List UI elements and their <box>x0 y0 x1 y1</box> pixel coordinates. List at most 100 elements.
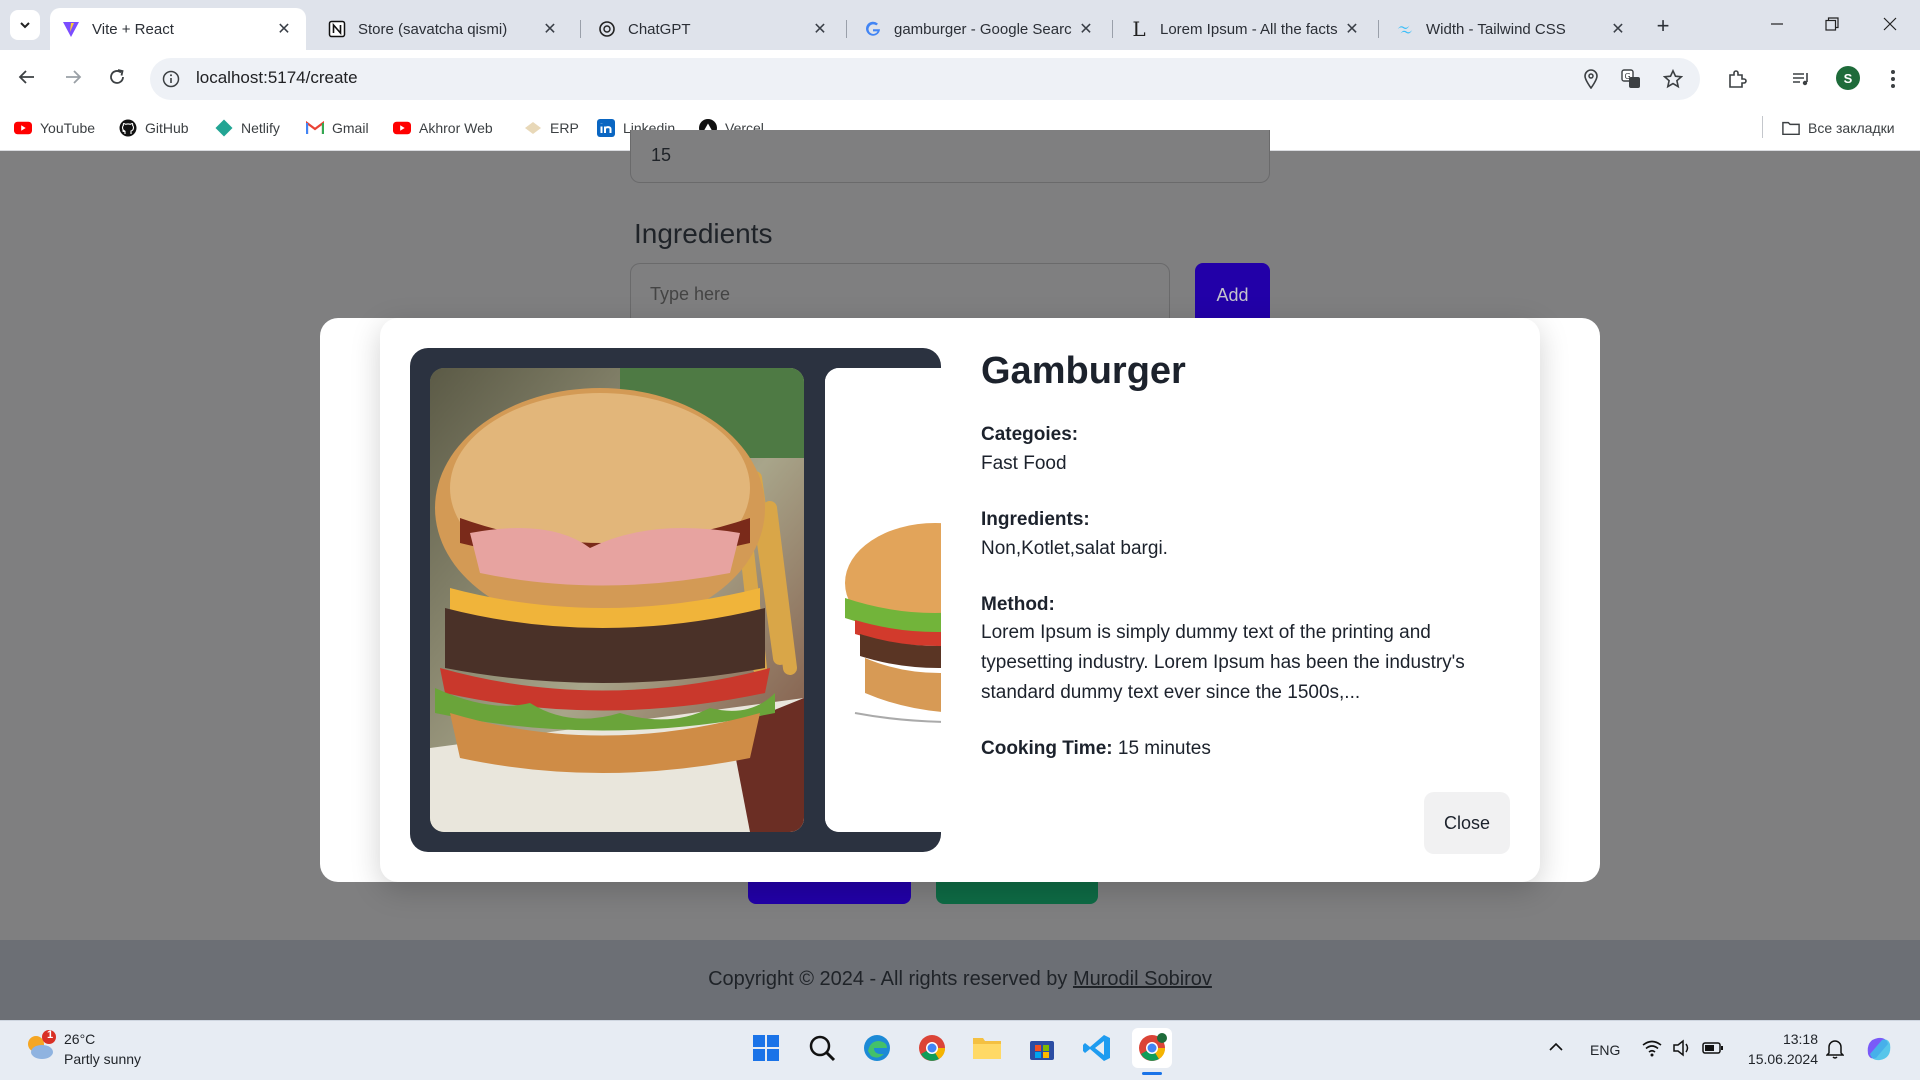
close-tab-icon[interactable]: ✕ <box>1608 19 1628 39</box>
tab-store[interactable]: Store (savatcha qismi) ✕ <box>316 8 572 50</box>
notion-icon <box>328 20 346 38</box>
all-bookmarks-button[interactable]: Все закладки <box>1782 117 1895 139</box>
categories-label: Categoies: <box>981 424 1079 445</box>
linkedin-icon <box>597 119 615 137</box>
footer-author-link[interactable]: Murodil Sobirov <box>1073 968 1212 990</box>
close-tab-icon[interactable]: ✕ <box>540 19 560 39</box>
netlify-icon <box>215 119 233 137</box>
back-icon[interactable] <box>14 64 40 90</box>
cooking-time-text: 15 minutes <box>1117 738 1211 759</box>
footer-copyright: Copyright © 2024 - All rights reserved b… <box>0 968 1920 991</box>
edge-icon[interactable] <box>857 1028 897 1068</box>
bookmark-label: Netlify <box>241 120 280 136</box>
cooking-time-input[interactable] <box>630 130 1270 183</box>
windows-taskbar <box>0 1020 1920 1080</box>
carousel-image-1 <box>430 368 804 832</box>
tab-search-button[interactable] <box>10 10 40 40</box>
bookmark-label: Gmail <box>332 120 369 136</box>
search-icon[interactable] <box>802 1028 842 1068</box>
bookmark-gmail[interactable]: Gmail <box>306 117 369 139</box>
battery-icon[interactable] <box>1702 1041 1724 1058</box>
start-menu-icon[interactable] <box>746 1028 786 1068</box>
tab-divider <box>580 20 581 38</box>
bookmark-star-icon[interactable] <box>1660 66 1686 92</box>
bookmark-label: Akhror Web <box>419 120 493 136</box>
bookmarks-divider <box>1762 116 1763 138</box>
tailwind-icon <box>1396 20 1414 38</box>
chatgpt-icon <box>598 20 616 38</box>
bookmark-github[interactable]: GitHub <box>119 117 189 139</box>
reload-icon[interactable] <box>104 64 130 90</box>
bookmark-netlify[interactable]: Netlify <box>215 117 280 139</box>
close-window-icon[interactable] <box>1878 12 1902 36</box>
close-tab-icon[interactable]: ✕ <box>274 19 294 39</box>
ingredients-label: Ingredients: <box>981 509 1090 530</box>
forward-icon[interactable] <box>60 64 86 90</box>
tab-divider <box>1378 20 1379 38</box>
github-icon <box>119 119 137 137</box>
copilot-icon[interactable] <box>1864 1034 1894 1067</box>
url-text[interactable]: localhost:5174/create <box>196 68 358 88</box>
tab-lorem-ipsum[interactable]: L Lorem Ipsum - All the facts ✕ <box>1118 8 1374 50</box>
translate-icon[interactable]: G <box>1618 66 1644 92</box>
clock-date[interactable]: 15.06.2024 <box>1738 1051 1818 1067</box>
close-tab-icon[interactable]: ✕ <box>1076 19 1096 39</box>
profile-avatar[interactable]: S <box>1836 66 1860 90</box>
ingredients-value: Non,Kotlet,salat bargi. <box>981 538 1168 559</box>
ingredients-heading: Ingredients <box>634 218 773 249</box>
language-indicator[interactable]: ENG <box>1590 1042 1620 1058</box>
method-value: Lorem Ipsum is simply dummy text of the … <box>981 622 1465 703</box>
tab-tailwind[interactable]: Width - Tailwind CSS ✕ <box>1384 8 1640 50</box>
store-icon[interactable] <box>1022 1028 1062 1068</box>
bookmark-youtube[interactable]: YouTube <box>14 117 95 139</box>
site-info-icon[interactable] <box>158 66 184 92</box>
new-tab-button[interactable]: + <box>1650 13 1676 39</box>
bookmark-label: YouTube <box>40 120 96 136</box>
image-carousel[interactable] <box>410 348 941 852</box>
tray-expand-icon[interactable] <box>1548 1040 1564 1056</box>
location-icon[interactable] <box>1578 66 1604 92</box>
address-bar[interactable] <box>150 58 1700 100</box>
categories-value: Fast Food <box>981 453 1067 474</box>
extensions-icon[interactable] <box>1724 66 1750 92</box>
volume-icon[interactable] <box>1672 1039 1692 1060</box>
youtube-icon <box>393 119 411 137</box>
vscode-icon[interactable] <box>1077 1028 1117 1068</box>
tab-title: Width - Tailwind CSS <box>1426 20 1566 38</box>
weather-temperature[interactable]: 26°C <box>64 1031 95 1047</box>
tab-divider <box>846 20 847 38</box>
weather-description[interactable]: Partly sunny <box>64 1051 141 1067</box>
restore-icon[interactable] <box>1820 12 1844 36</box>
youtube-icon <box>14 119 32 137</box>
close-tab-icon[interactable]: ✕ <box>1342 19 1362 39</box>
notification-bell-icon[interactable] <box>1825 1039 1845 1062</box>
tab-divider <box>1112 20 1113 38</box>
more-menu-icon[interactable] <box>1880 66 1906 92</box>
minimize-icon[interactable] <box>1765 12 1789 36</box>
media-control-icon[interactable] <box>1788 66 1814 92</box>
cooking-time-value: 15 <box>651 145 672 165</box>
tab-chatgpt[interactable]: ChatGPT ✕ <box>586 8 842 50</box>
bookmark-label: ERP <box>550 120 579 136</box>
bookmark-akhror-web[interactable]: Akhror Web <box>393 117 493 139</box>
active-app-indicator <box>1142 1072 1162 1075</box>
svg-text:G: G <box>1625 72 1631 81</box>
cooking-time-row: Cooking Time: 15 minutes <box>981 738 1211 760</box>
chrome-icon[interactable] <box>912 1028 952 1068</box>
tab-title: gamburger - Google Searc <box>894 20 1072 38</box>
tab-title: Lorem Ipsum - All the facts <box>1160 20 1338 38</box>
file-explorer-icon[interactable] <box>967 1028 1007 1068</box>
lipsum-icon: L <box>1132 17 1146 41</box>
recipe-title: Gamburger <box>981 350 1186 392</box>
close-tab-icon[interactable]: ✕ <box>810 19 830 39</box>
chrome-active-icon[interactable] <box>1132 1028 1172 1068</box>
wifi-icon[interactable] <box>1642 1039 1662 1060</box>
bookmark-erp[interactable]: ERP <box>524 117 579 139</box>
gmail-icon <box>306 119 324 137</box>
ingredient-placeholder: Type here <box>650 284 731 304</box>
tab-vite-react[interactable]: Vite + React ✕ <box>50 8 306 50</box>
clock-time[interactable]: 13:18 <box>1746 1031 1818 1047</box>
all-bookmarks-label: Все закладки <box>1808 120 1895 136</box>
tab-google-search[interactable]: gamburger - Google Searc ✕ <box>852 8 1108 50</box>
close-button[interactable]: Close <box>1424 792 1510 854</box>
